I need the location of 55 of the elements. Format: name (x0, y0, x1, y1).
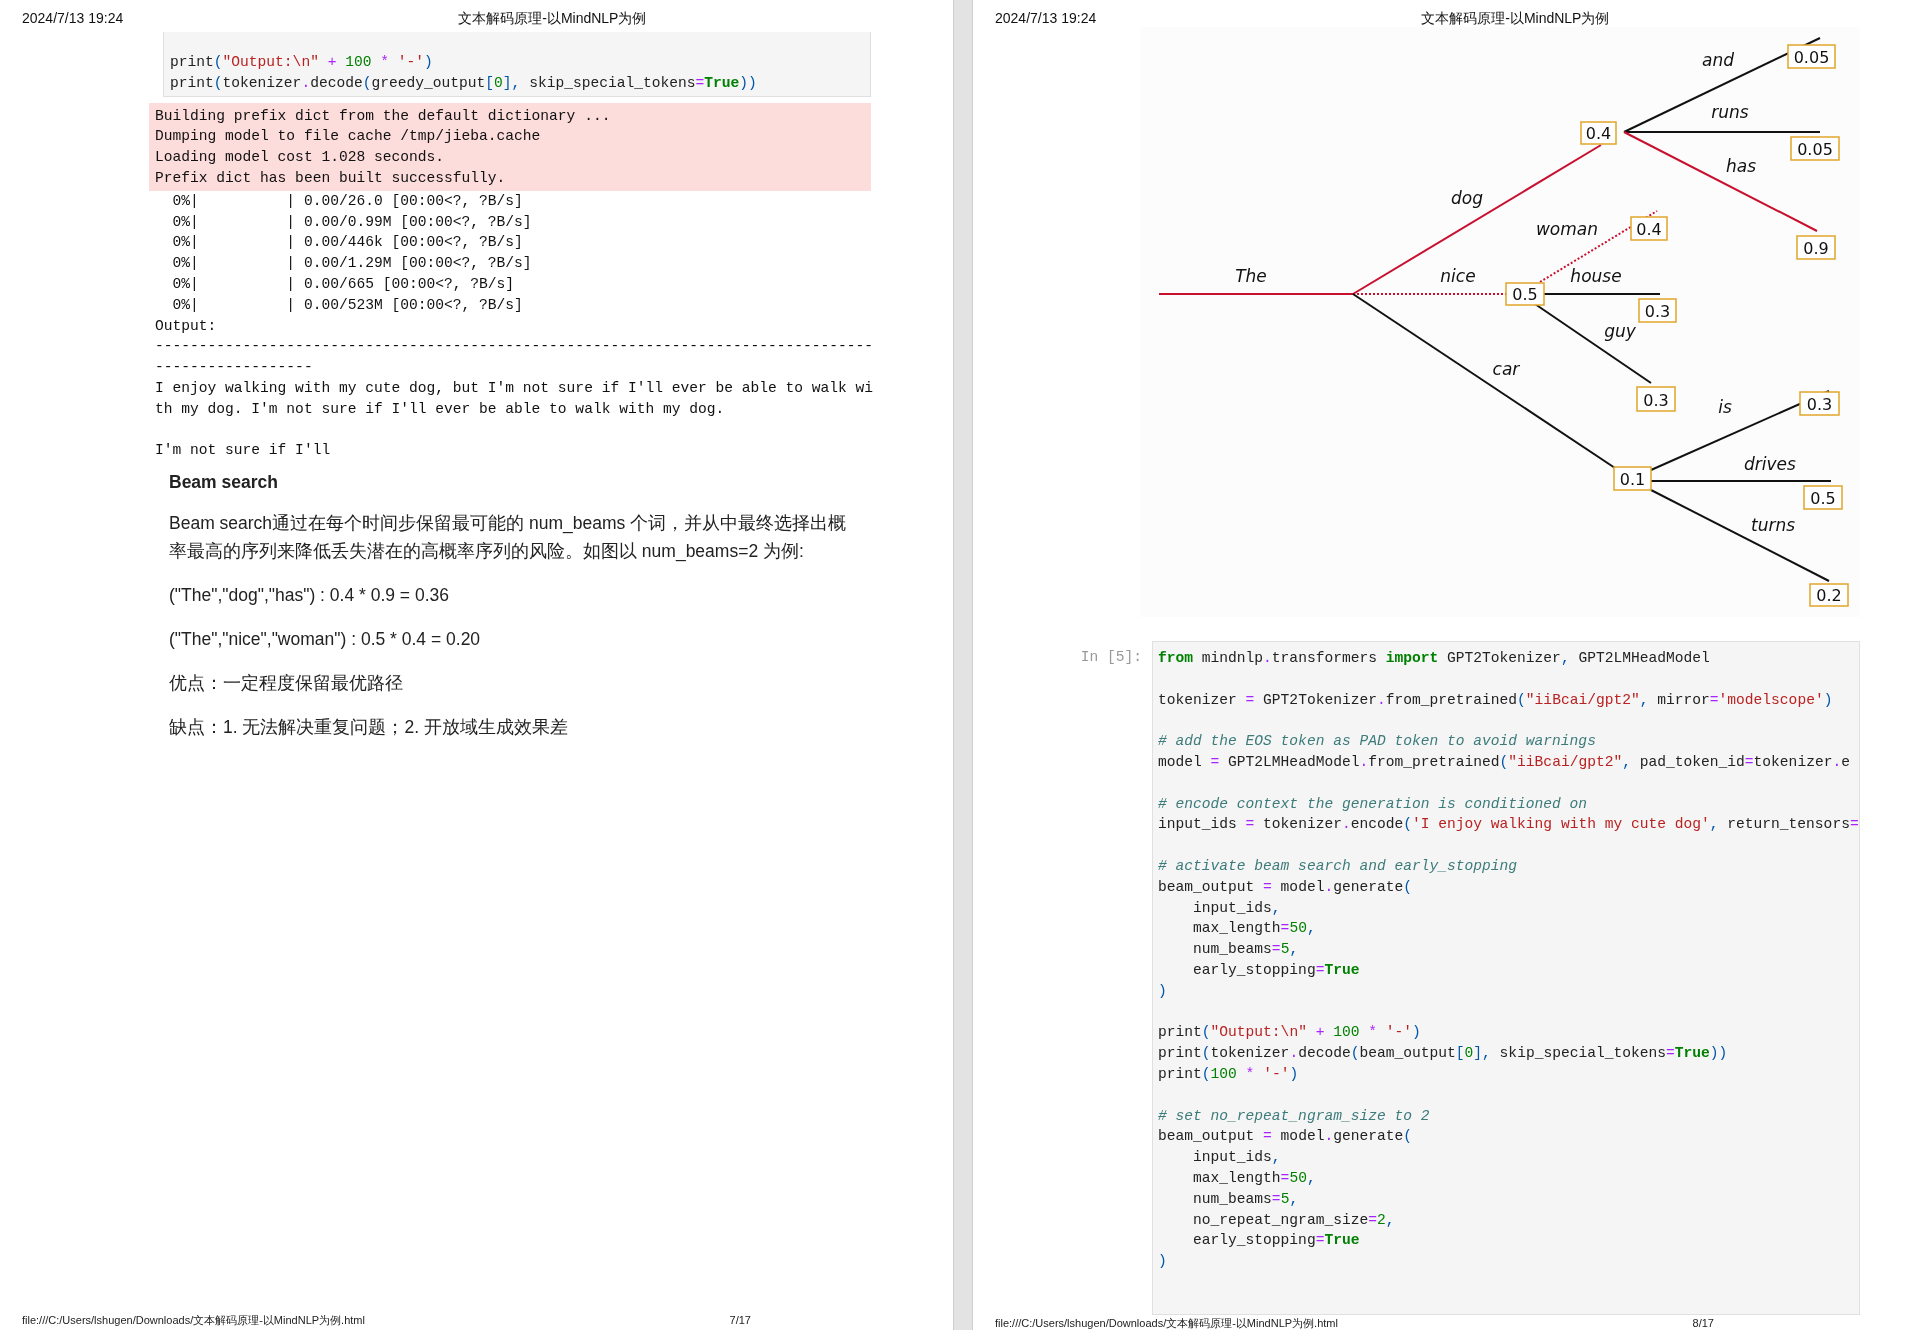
probability-box: 0.3 (1638, 298, 1677, 323)
probability-box: 0.2 (1809, 583, 1849, 607)
probability-box: 0.05 (1787, 44, 1836, 69)
probability-box: 0.5 (1803, 485, 1843, 510)
branch-word: turns (1750, 515, 1796, 535)
probability-box: 0.4 (1580, 121, 1617, 145)
output-line: 0%| | 0.00/0.99M [00:00<?, ?B/s] (171, 212, 533, 232)
output-line: 0%| | 0.00/523M [00:00<?, ?B/s] (171, 295, 524, 315)
paragraph: ("The","dog","has") : 0.4 * 0.9 = 0.36 (169, 584, 450, 608)
probability-box: 0.9 (1796, 235, 1836, 260)
output-line: ---------------------------------------------------------------------------------------------------- (155, 337, 874, 378)
branch-word: drives (1744, 454, 1796, 474)
page-number: 8/17 (1692, 1316, 1714, 1330)
log-line: Dumping model to file cache /tmp/jieba.cache (155, 127, 542, 147)
code-block: from mindnlp.transformers import GPT2Tokenizer, GPT2LMHeadModel tokenizer = GPT2Tokenizer.from_pretrained("iiBcai/gpt2", mirror='modelscope') # add the EOS token as PAD token to avoid warnings model = GPT2LMHeadModel.from_pretrained("iiBcai/gpt2", pad_token_id=tokenizer.e # encode context the generation is conditioned on input_ids = tokenizer.encode('I enjoy walking with my cute dog', return_tensors= # activate beam search and early_stopping beam_output = model.generate( input_ids, max_length=50, num_beams=5, early_stopping=True ) print("Output:\n" + 100 * '-') print(tokenizer.decode(beam_output[0], skip_special_tokens=True)) print(100 * '-') # set no_repeat_ngram_size to 2 beam_output = model.generate( input_ids, max_length=50, num_beams=5, no_repeat_ngram_size=2, early_stopping=True ) (1152, 641, 1860, 1315)
print-date: 2024/7/13 19:24 (995, 9, 1097, 28)
paragraph: 优点：一定程度保留最优路径 (169, 672, 404, 696)
output-line: 0%| | 0.00/26.0 [00:00<?, ?B/s] (171, 191, 524, 211)
output-line: 0%| | 0.00/665 [00:00<?, ?B/s] (171, 274, 516, 294)
branch-word: has (1725, 156, 1757, 176)
branch-word: house (1570, 266, 1622, 286)
page-title: 文本解码原理-以MindNLP为例 (458, 9, 647, 28)
probability-box: 0.1 (1613, 466, 1652, 491)
branch-word: nice (1440, 266, 1476, 286)
branch-word: dog (1451, 188, 1483, 208)
paragraph: Beam search通过在每个时间步保留最可能的 num_beams 个词，并从中最终选择出概率最高的序列来降低丢失潜在的高概率序列的风险。如图以 num_beams=2 为例: (169, 512, 848, 564)
log-line: Loading model cost 1.028 seconds. (155, 148, 445, 168)
output-line: I enjoy walking with my cute dog, but I'm not sure if I'll ever be able to walk with my dog. I'm not sure if I'll ever be able to walk with my dog. I'm not sure if I'll (155, 378, 874, 461)
page-title: 文本解码原理-以MindNLP为例 (1421, 9, 1610, 28)
cell-prompt: In [5]: (1079, 648, 1143, 667)
probability-box: 0.3 (1799, 391, 1840, 416)
print-date: 2024/7/13 19:24 (22, 9, 124, 28)
file-path: file:///C:/Users/lshugen/Downloads/文本解码原理-以MindNLP为例.html (22, 1312, 365, 1328)
output-line: 0%| | 0.00/446k [00:00<?, ?B/s] (171, 233, 524, 253)
output-line: Output: (155, 316, 218, 336)
branch-word: woman (1535, 219, 1599, 239)
branch-word: car (1492, 359, 1520, 379)
branch-word: runs (1711, 102, 1749, 122)
log-line: Building prefix dict from the default dictionary ... (155, 106, 612, 126)
probability-box: 0.5 (1505, 282, 1545, 306)
probability-box: 0.3 (1636, 386, 1676, 412)
paragraph: 缺点：1. 无法解决重复问题；2. 开放域生成效果差 (169, 716, 569, 740)
output-line: 0%| | 0.00/1.29M [00:00<?, ?B/s] (171, 254, 533, 274)
branch-word: guy (1604, 321, 1636, 341)
branch-word: is (1718, 397, 1732, 417)
file-path: file:///C:/Users/lshugen/Downloads/文本解码原理-以MindNLP为例.html (995, 1316, 1338, 1330)
page-number: 7/17 (729, 1312, 751, 1328)
section-heading: Beam search (169, 471, 279, 495)
branch-word: and (1702, 50, 1734, 70)
log-line: Prefix dict has been built successfully. (155, 169, 507, 188)
probability-box: 0.4 (1630, 216, 1668, 241)
probability-box: 0.05 (1790, 136, 1840, 161)
code-block: print("Output:\n" + 100 * '-') print(tokenizer.decode(greedy_output[0], skip_special_tokens=True)) (163, 32, 871, 97)
branch-word: The (1235, 266, 1267, 286)
paragraph: ("The","nice","woman") : 0.5 * 0.4 = 0.20 (169, 628, 482, 652)
